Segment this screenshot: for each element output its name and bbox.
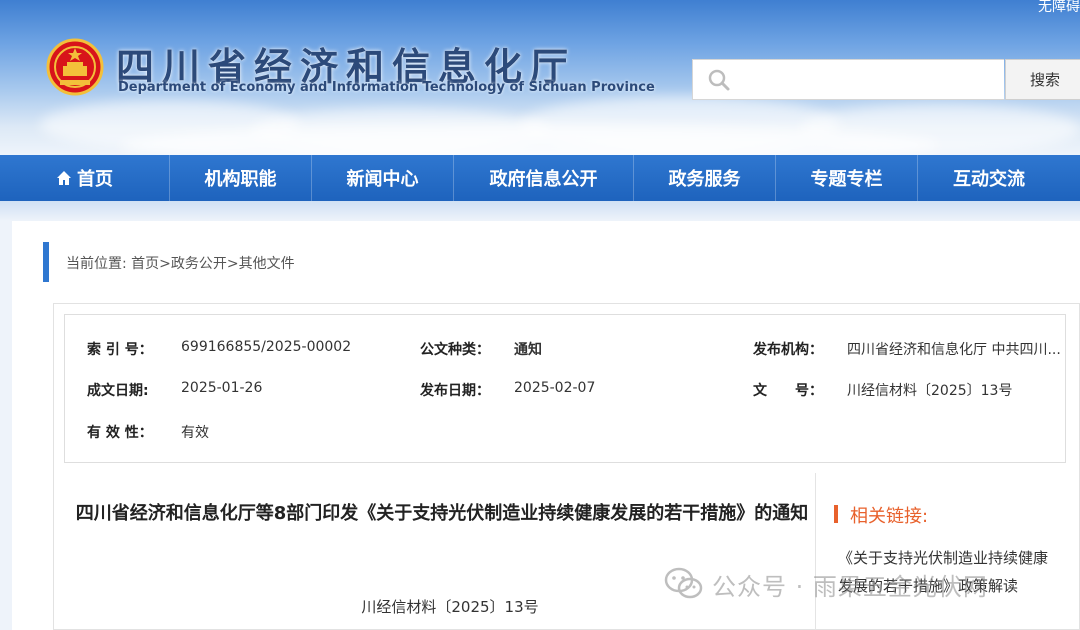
breadcrumb: 当前位置: 首页>政务公开>其他文件 — [66, 253, 295, 273]
nav-item-news[interactable]: 新闻中心 — [312, 155, 454, 201]
breadcrumb-accent-bar — [43, 242, 49, 282]
search-input[interactable] — [737, 66, 992, 94]
published-date-label: 发布日期： — [420, 383, 490, 399]
doc-number-label: 文 号： — [753, 383, 823, 399]
nav-item-home[interactable]: 首页 — [0, 155, 170, 201]
national-emblem-icon — [46, 38, 104, 96]
published-date-value: 2025-02-07 — [514, 380, 596, 396]
accessibility-link[interactable]: 无障碍 — [1038, 0, 1080, 16]
nav-item-label: 机构职能 — [204, 169, 277, 190]
document-title: 四川省经济和信息化厅等8部门印发《关于支持光伏制造业持续健康发展的若干措施》的通… — [75, 503, 809, 524]
watermark-text: 公众号 · 雨果五金光伏网 — [712, 572, 988, 601]
search-icon — [708, 69, 730, 91]
index-no-label: 索 引 号： — [87, 342, 153, 358]
document-metadata: 索 引 号： 699166855/2025-00002 公文种类： 通知 发布机… — [64, 314, 1066, 463]
related-accent-bar — [834, 505, 838, 523]
nav-item-gov-info[interactable]: 政府信息公开 — [454, 155, 634, 201]
doc-type-label: 公文种类： — [420, 342, 490, 358]
search-button[interactable]: 搜索 — [1005, 59, 1080, 100]
sidebar-divider — [815, 473, 816, 630]
created-date-label: 成文日期: — [87, 383, 149, 399]
breadcrumb-separator: > — [226, 256, 239, 272]
nav-item-topics[interactable]: 专题专栏 — [776, 155, 918, 201]
created-date-value: 2025-01-26 — [181, 380, 263, 396]
issuer-value: 四川省经济和信息化厅 中共四川... — [847, 342, 1061, 358]
breadcrumb-separator: > — [159, 256, 171, 272]
validity-label: 有 效 性： — [87, 425, 153, 441]
nav-item-label: 首页 — [77, 169, 113, 190]
doc-type-value: 通知 — [514, 342, 542, 358]
nav-item-label: 政务服务 — [668, 169, 741, 190]
validity-value: 有效 — [181, 425, 209, 441]
index-no-value: 699166855/2025-00002 — [181, 339, 352, 355]
nav-item-organization[interactable]: 机构职能 — [170, 155, 312, 201]
nav-item-services[interactable]: 政务服务 — [634, 155, 776, 201]
site-header: 无障碍 四川省经济和信息化厅 Department of Economy and… — [0, 0, 1080, 155]
document-number: 川经信材料〔2025〕13号 — [361, 598, 539, 616]
wechat-icon — [664, 567, 703, 599]
issuer-label: 发布机构： — [753, 342, 823, 358]
breadcrumb-link-home[interactable]: 首页 — [131, 256, 159, 272]
breadcrumb-link-other-docs[interactable]: 其他文件 — [239, 256, 295, 272]
site-subtitle-en: Department of Economy and Information Te… — [118, 80, 655, 95]
breadcrumb-prefix: 当前位置: — [66, 256, 127, 272]
nav-item-interaction[interactable]: 互动交流 — [918, 155, 1060, 201]
nav-shadow-strip — [0, 201, 1080, 221]
home-icon — [57, 171, 71, 185]
doc-number-value: 川经信材料〔2025〕13号 — [847, 383, 1013, 399]
nav-item-label: 政府信息公开 — [489, 169, 598, 190]
breadcrumb-link-gov-affairs[interactable]: 政务公开 — [171, 256, 227, 272]
nav-item-label: 新闻中心 — [346, 169, 419, 190]
search-box — [692, 59, 1004, 100]
nav-item-label: 互动交流 — [953, 169, 1025, 190]
nav-item-label: 专题专栏 — [810, 169, 883, 190]
related-links-title: 相关链接: — [850, 506, 929, 527]
watermark: 公众号 · 雨果五金光伏网 — [664, 564, 988, 604]
main-nav: 首页 机构职能 新闻中心 政府信息公开 政务服务 专题专栏 互动交流 — [0, 155, 1080, 201]
